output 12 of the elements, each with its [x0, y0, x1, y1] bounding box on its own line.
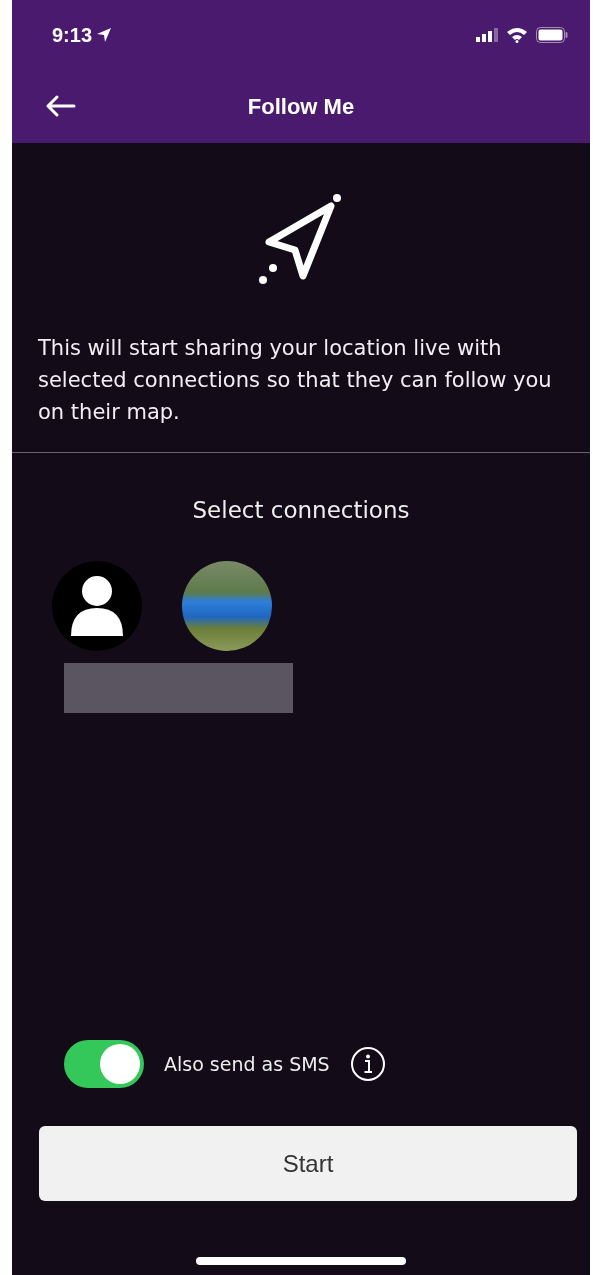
battery-icon [536, 27, 568, 43]
signal-icon [476, 28, 498, 42]
wifi-icon [506, 27, 528, 43]
toggle-label: Also send as SMS [164, 1053, 330, 1075]
start-button[interactable]: Start [39, 1126, 577, 1201]
screen-title: Follow Me [247, 93, 355, 120]
sms-toggle[interactable] [64, 1040, 144, 1088]
section-heading: Select connections [191, 497, 411, 523]
description-text: This will start sharing your location live with selected connections so that they can follow you on their map. [38, 335, 553, 426]
status-time: 9:13 [52, 23, 93, 47]
info-icon[interactable] [349, 1046, 386, 1082]
back-button[interactable] [44, 94, 76, 118]
